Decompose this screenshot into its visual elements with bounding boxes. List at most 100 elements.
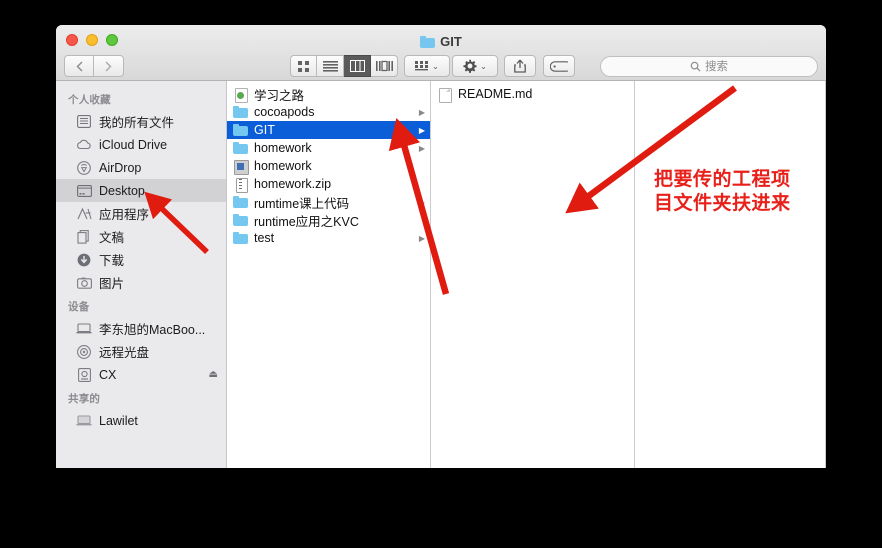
webloc-icon [233,87,248,103]
folder-icon [420,35,436,48]
sidebar-item-pictures[interactable]: 图片 [56,271,226,294]
sidebar-item-label: 我的所有文件 [99,116,175,130]
sidebar-item-label: 远程光盘 [99,346,150,360]
gear-icon [463,59,477,73]
disclosure-triangle-icon[interactable]: ▶ [419,234,425,243]
sidebar-item-all-files[interactable]: 我的所有文件 [56,110,226,133]
tag-icon [550,60,568,72]
applications-icon [76,207,92,221]
browser-column-1[interactable]: 学习之路 cocoapods ▶ GIT ▶ homework ▶ homewo… [227,81,431,468]
laptop-icon [76,322,92,336]
airdrop-icon [76,160,92,175]
app-icon [233,159,249,175]
sidebar-item-applications[interactable]: 应用程序 [56,202,226,225]
chevron-right-icon [105,61,112,71]
sidebar-item-cx[interactable]: CX ⏏ [56,363,226,386]
window-body: 个人收藏 我的所有文件 iCloud Drive AirDrop Desktop… [56,81,826,468]
window-title-text: GIT [440,34,462,49]
sidebar-item-remote-disc[interactable]: 远程光盘 [56,340,226,363]
columns-icon [349,60,365,72]
sidebar-item-label: 文稿 [99,231,125,245]
file-row[interactable]: homework.zip [227,175,430,193]
view-as-list-button[interactable] [317,55,344,77]
view-as-columns-button[interactable] [344,55,371,77]
all-files-icon [76,115,92,129]
share-group [504,55,536,77]
disclosure-triangle-icon[interactable]: ▶ [419,108,425,117]
file-row[interactable]: rumtime课上代码 ▶ [227,193,430,211]
sidebar-item-label: 图片 [99,277,125,291]
search-icon [690,61,701,72]
chevron-down-icon: ⌄ [432,61,439,71]
file-name: README.md [458,87,533,101]
share-button[interactable] [504,55,536,77]
sidebar-item-label: 李东旭的MacBoo... [99,323,206,337]
file-row-selected[interactable]: GIT ▶ [227,121,430,139]
file-name: homework.zip [254,177,332,191]
folder-icon [233,231,248,245]
file-name: homework [254,159,312,173]
arrange-button[interactable]: ⌄ [404,55,450,77]
search-input[interactable]: 搜索 [600,55,818,77]
file-row[interactable]: README.md [431,85,634,103]
sidebar-item-desktop[interactable]: Desktop [56,179,226,202]
chevron-left-icon [76,61,82,71]
file-name: runtime应用之KVC [254,214,359,229]
screenshot-stage: GIT ⌄ ⌄ 搜索 个人收藏 我的所有文件 iCloud Drive AirD… [0,0,882,548]
tag-button[interactable] [543,55,575,77]
sidebar-item-label: 下载 [99,254,125,268]
sidebar-item-documents[interactable]: 文稿 [56,225,226,248]
action-group: ⌄ [452,55,498,77]
sidebar-item-lawilet[interactable]: Lawilet [56,409,226,432]
disc-icon [76,344,92,359]
documents-icon [76,229,92,244]
file-row[interactable]: 学习之路 [227,85,430,103]
action-gear-button[interactable]: ⌄ [452,55,498,77]
browser-column-3[interactable] [635,81,826,468]
sidebar-item-icloud-drive[interactable]: iCloud Drive [56,133,226,156]
downloads-icon [76,253,92,267]
sidebar-item-label: Desktop [99,183,145,198]
sidebar-item-label: 应用程序 [99,208,150,222]
forward-button[interactable] [94,55,124,77]
file-row[interactable]: test ▶ [227,229,430,247]
sidebar-header-favorites: 个人收藏 [68,94,111,106]
file-name: 学习之路 [254,88,305,103]
folder-icon [233,195,248,209]
sidebar-item-airdrop[interactable]: AirDrop [56,156,226,179]
disclosure-triangle-icon[interactable]: ▶ [419,198,425,207]
window-title: GIT [56,34,826,49]
toolbar: ⌄ ⌄ 搜索 [56,51,826,81]
eject-icon[interactable]: ⏏ [209,369,218,380]
zip-archive-icon [233,177,248,193]
view-mode-buttons [290,55,398,77]
shared-computer-icon [76,414,92,428]
desktop-icon [76,184,92,198]
file-name: rumtime课上代码 [254,196,350,211]
back-button[interactable] [64,55,94,77]
sidebar-header-devices: 设备 [68,301,90,313]
disclosure-triangle-icon[interactable]: ▶ [419,144,425,153]
folder-icon [233,105,248,119]
file-row[interactable]: cocoapods ▶ [227,103,430,121]
browser-column-2[interactable]: README.md [431,81,635,468]
sidebar-item-label: iCloud Drive [99,137,168,152]
annotation-text: 把要传的工程项目文件夹扶进来 [654,168,791,214]
disclosure-triangle-icon[interactable]: ▶ [419,126,425,135]
file-row[interactable]: runtime应用之KVC [227,211,430,229]
sidebar-item-downloads[interactable]: 下载 [56,248,226,271]
drive-icon [76,367,92,382]
file-row[interactable]: homework ▶ [227,139,430,157]
window-titlebar: GIT ⌄ ⌄ 搜索 [56,25,826,81]
file-row[interactable]: homework [227,157,430,175]
pictures-icon [76,276,92,290]
sidebar-item-macbook[interactable]: 李东旭的MacBoo... [56,317,226,340]
sidebar-item-label: Lawilet [99,413,138,428]
finder-window: GIT ⌄ ⌄ 搜索 个人收藏 我的所有文件 iCloud Drive AirD… [56,25,826,468]
list-icon [322,61,338,72]
view-as-icons-button[interactable] [290,55,317,77]
sidebar[interactable]: 个人收藏 我的所有文件 iCloud Drive AirDrop Desktop… [56,81,227,468]
view-as-coverflow-button[interactable] [371,55,398,77]
file-name: test [254,231,275,245]
document-icon [437,87,452,103]
